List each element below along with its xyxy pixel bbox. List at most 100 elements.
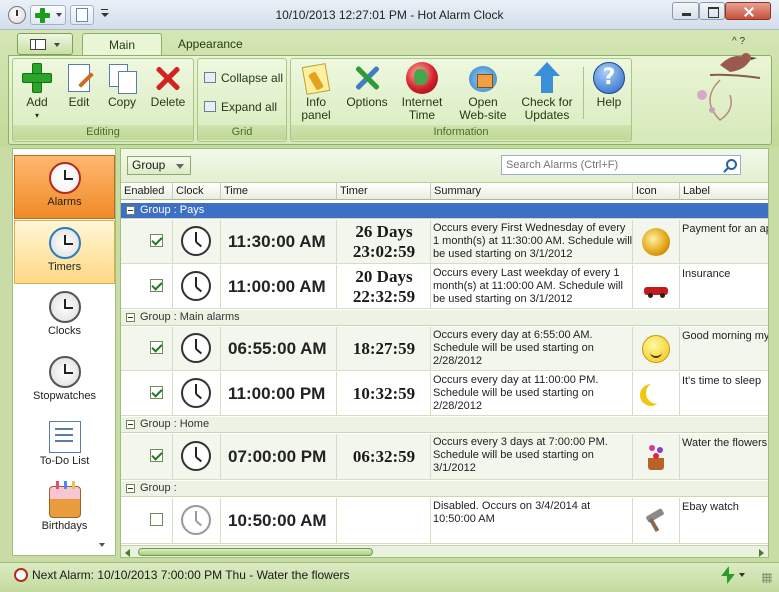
timer-days: 26 Days [355,222,413,241]
analog-clock-icon [181,333,211,363]
chevron-down-icon[interactable] [739,573,745,577]
collapse-all-button[interactable]: Collapse all [202,68,283,88]
sidebar-item-stopwatches[interactable]: Stopwatches [14,350,115,414]
minimize-button[interactable] [672,2,699,20]
alarms-panel: Group Enabled Clock Time Timer Summary I… [120,148,769,558]
alarm-summary: Occurs every Last weekday of every 1 mon… [433,267,623,305]
analog-clock-icon [181,378,211,408]
timer-icon [48,227,81,259]
enabled-checkbox[interactable] [150,341,163,354]
table-row[interactable]: 11:00:00 AM 20 Days 22:32:59 Occurs ever… [121,265,768,309]
alarm-summary: Occurs every day at 11:00:00 PM. Schedul… [433,374,599,412]
open-website-button[interactable]: Open Web-site [453,61,513,123]
enabled-checkbox[interactable] [150,386,163,399]
enabled-checkbox[interactable] [150,513,163,526]
app-menu-button[interactable] [17,33,73,55]
separator [583,67,584,119]
table-row[interactable]: 11:30:00 AM 26 Days 23:02:59 Occurs ever… [121,220,769,264]
flower-pot-icon [642,442,670,470]
sidebar-item-timers[interactable]: Timers [14,220,115,284]
tab-appearance[interactable]: Appearance [168,33,250,56]
sidebar-item-clocks[interactable]: Clocks [14,285,115,349]
search-input[interactable] [501,155,741,175]
timer-remaining: 06:32:59 [352,447,416,466]
alarm-summary: Occurs every day at 6:55:00 AM. Schedule… [433,329,594,367]
grid-toolbar: Group [121,149,768,183]
tools-icon [351,62,383,94]
sidebar-item-todo-list[interactable]: To-Do List [14,415,115,479]
alarm-label: Payment for an ap [682,223,769,235]
group-label-editing: Editing [13,125,193,140]
column-header-timer[interactable]: Timer [337,183,431,200]
help-button[interactable]: ? Help [589,61,629,123]
scroll-thumb[interactable] [138,548,373,556]
group-information: Info panel Options Internet Time Open We… [290,58,632,142]
ribbon-panel: Add ▾ Edit Copy Delete Editing Collapse … [8,55,772,145]
alarm-summary: Occurs every First Wednesday of every 1 … [433,222,633,260]
delete-button[interactable]: Delete [145,61,191,123]
alarms-grid: Enabled Clock Time Timer Summary Icon La… [121,183,769,545]
alarm-time: 06:55:00 AM [228,339,327,358]
table-row[interactable]: 11:00:00 PM 10:32:59 Occurs every day at… [121,372,768,416]
alarm-label: Water the flowers [682,437,768,449]
check-updates-button[interactable]: Check for Updates [517,61,577,123]
column-header-label[interactable]: Label [680,183,768,200]
sidebar-item-birthdays[interactable]: Birthdays [14,480,115,544]
alarm-summary: Occurs every 3 days at 7:00:00 PM. Sched… [433,436,608,474]
collapse-toggle-icon[interactable] [126,420,135,429]
info-panel-button[interactable]: Info panel [293,61,339,123]
sidebar-scroll-down-icon[interactable] [99,543,105,547]
analog-clock-icon [181,441,211,471]
status-bar: Next Alarm: 10/10/2013 7:00:00 PM Thu - … [0,562,779,592]
table-row[interactable]: 07:00:00 PM 06:32:59 Occurs every 3 days… [121,434,768,480]
timer-remaining: 23:02:59 [352,242,416,261]
enabled-checkbox[interactable] [150,234,163,247]
copy-icon [106,62,138,94]
collapse-toggle-icon[interactable] [126,313,135,322]
alarm-clock-icon [48,162,81,194]
collapse-toggle-icon[interactable] [126,206,135,215]
chevron-down-icon [54,43,60,47]
maximize-button[interactable] [699,2,725,20]
column-header-icon[interactable]: Icon [633,183,680,200]
group-row-ungrouped[interactable]: Group : [121,481,768,497]
copy-button[interactable]: Copy [101,61,143,123]
enabled-checkbox[interactable] [150,279,163,292]
column-header-clock[interactable]: Clock [173,183,221,200]
table-row[interactable]: 10:50:00 AM Disabled. Occurs on 3/4/2014… [121,498,768,544]
add-button[interactable]: Add ▾ [17,61,57,123]
next-alarm-status: Next Alarm: 10/10/2013 7:00:00 PM Thu - … [32,568,350,582]
table-row[interactable]: 06:55:00 AM 18:27:59 Occurs every day at… [121,327,768,371]
horizontal-scrollbar[interactable] [121,545,768,557]
edit-button[interactable]: Edit [59,61,99,123]
group-row-main-alarms[interactable]: Group : Main alarms [121,310,768,326]
enabled-checkbox[interactable] [150,449,163,462]
lightning-icon[interactable] [720,566,734,584]
tab-main-menu[interactable]: Main Menu [82,33,162,74]
group-by-dropdown[interactable]: Group [127,156,191,175]
expand-all-button[interactable]: Expand all [202,97,277,117]
close-button[interactable] [725,2,771,20]
sidebar-nav: Alarms Timers Clocks Stopwatches To-Do L… [12,148,116,556]
alarm-label: It's time to sleep [682,375,762,387]
collapse-icon [204,72,216,83]
collapse-toggle-icon[interactable] [126,484,135,493]
scroll-left-icon[interactable] [125,549,130,557]
sidebar-item-alarms[interactable]: Alarms [14,155,115,219]
group-row-home[interactable]: Group : Home [121,417,768,433]
title-bar: 10/10/2013 12:27:01 PM - Hot Alarm Clock [0,0,779,30]
resize-grip-icon[interactable] [762,573,772,583]
delete-x-icon [152,62,184,94]
scroll-right-icon[interactable] [759,549,764,557]
options-button[interactable]: Options [341,61,393,123]
plus-icon [21,62,53,94]
column-header-time[interactable]: Time [221,183,337,200]
alarm-label: Ebay watch [682,501,739,513]
internet-time-button[interactable]: Internet Time [395,61,449,123]
alarm-time: 11:00:00 PM [228,384,326,403]
column-header-enabled[interactable]: Enabled [121,183,173,200]
search-icon[interactable] [726,159,737,170]
alarm-clock-icon [14,568,28,582]
column-header-summary[interactable]: Summary [431,183,633,200]
group-row-pays[interactable]: Group : Pays [121,203,768,219]
